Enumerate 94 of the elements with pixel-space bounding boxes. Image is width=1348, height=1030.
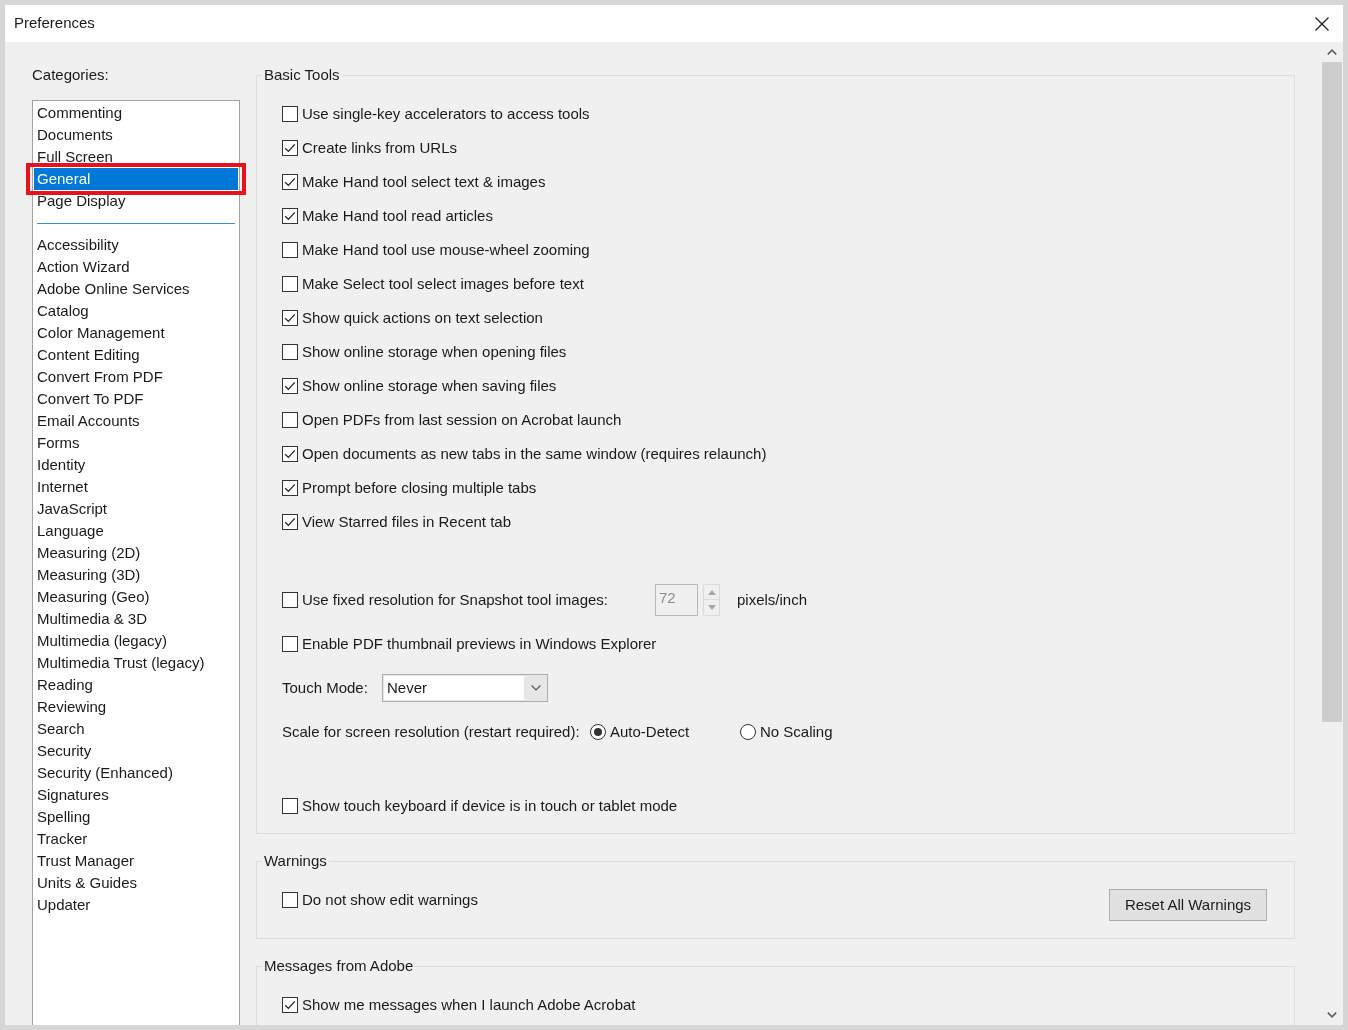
category-item[interactable]: Color Management	[34, 322, 238, 344]
category-item[interactable]: Search	[34, 718, 238, 740]
checkbox[interactable]	[282, 140, 298, 156]
checkbox-label: Enable PDF thumbnail previews in Windows Explorer	[302, 633, 657, 654]
category-item[interactable]: Measuring (Geo)	[34, 586, 238, 608]
category-item[interactable]: Accessibility	[34, 234, 238, 256]
category-item[interactable]: Reviewing	[34, 696, 238, 718]
field-label: Touch Mode:	[282, 677, 368, 698]
group-title: Warnings	[263, 852, 328, 870]
window-title: Preferences	[14, 13, 95, 34]
category-item[interactable]: Content Editing	[34, 344, 238, 366]
group-title: Messages from Adobe	[263, 957, 415, 975]
close-icon	[1315, 16, 1329, 31]
checkbox[interactable]	[282, 592, 298, 608]
category-item[interactable]: Documents	[34, 124, 238, 146]
checkbox[interactable]	[282, 344, 298, 360]
checkbox[interactable]	[282, 276, 298, 292]
category-item[interactable]: Reading	[34, 674, 238, 696]
unit-label: pixels/inch	[737, 589, 808, 610]
radio-label: No Scaling	[760, 721, 833, 742]
checkbox-label: Open documents as new tabs in the same window (requires relaunch)	[302, 443, 767, 464]
category-item[interactable]: Language	[34, 520, 238, 542]
category-item[interactable]: Security	[34, 740, 238, 762]
checkbox[interactable]	[282, 514, 298, 530]
category-item[interactable]: Measuring (2D)	[34, 542, 238, 564]
checkbox[interactable]	[282, 636, 298, 652]
touch-mode-select[interactable]: Never	[382, 674, 548, 702]
reset-warnings-button[interactable]: Reset All Warnings	[1109, 889, 1267, 921]
checkbox[interactable]	[282, 997, 298, 1013]
category-item[interactable]: Measuring (3D)	[34, 564, 238, 586]
category-item[interactable]: JavaScript	[34, 498, 238, 520]
group-title: Basic Tools	[263, 66, 341, 84]
radio-button[interactable]	[740, 724, 756, 740]
category-item[interactable]: Internet	[34, 476, 238, 498]
category-item[interactable]: Action Wizard	[34, 256, 238, 278]
chevron-up-icon	[1327, 49, 1337, 55]
checkbox[interactable]	[282, 310, 298, 326]
checkbox[interactable]	[282, 378, 298, 394]
checkbox-label: Show me messages when I launch Adobe Acrobat	[302, 994, 636, 1015]
checkbox[interactable]	[282, 242, 298, 258]
checkbox-label: Use fixed resolution for Snapshot tool images:	[302, 589, 608, 610]
checkbox[interactable]	[282, 480, 298, 496]
category-item[interactable]: Adobe Online Services	[34, 278, 238, 300]
close-button[interactable]	[1315, 16, 1329, 31]
checkbox[interactable]	[282, 174, 298, 190]
category-item[interactable]: Tracker	[34, 828, 238, 850]
checkbox[interactable]	[282, 446, 298, 462]
chevron-down-icon	[1327, 1012, 1337, 1018]
category-item[interactable]: Multimedia & 3D	[34, 608, 238, 630]
category-item[interactable]: Full Screen	[34, 146, 238, 168]
radio-label: Auto-Detect	[610, 721, 690, 742]
category-item[interactable]: Updater	[34, 894, 238, 916]
checkbox-label: Make Select tool select images before text	[302, 273, 584, 294]
caret-down-icon	[707, 605, 716, 610]
checkbox[interactable]	[282, 892, 298, 908]
category-item[interactable]: Convert To PDF	[34, 388, 238, 410]
category-item[interactable]: Catalog	[34, 300, 238, 322]
category-item[interactable]: Spelling	[34, 806, 238, 828]
categories-label: Categories:	[32, 66, 110, 84]
checkbox-label: Use single-key accelerators to access tools	[302, 103, 590, 124]
category-item[interactable]: General	[34, 168, 238, 190]
checkbox-label: Show quick actions on text selection	[302, 307, 543, 328]
chevron-down-icon	[531, 685, 541, 691]
category-item[interactable]: Security (Enhanced)	[34, 762, 238, 784]
category-item[interactable]: Convert From PDF	[34, 366, 238, 388]
category-item[interactable]: Units & Guides	[34, 872, 238, 894]
category-item[interactable]: Email Accounts	[34, 410, 238, 432]
checkbox[interactable]	[282, 208, 298, 224]
checkbox[interactable]	[282, 106, 298, 122]
category-item[interactable]: Multimedia (legacy)	[34, 630, 238, 652]
caret-up-icon	[707, 589, 716, 595]
checkbox[interactable]	[282, 798, 298, 814]
category-item[interactable]: Page Display	[34, 190, 238, 212]
checkbox-label: Create links from URLs	[302, 137, 458, 158]
category-item[interactable]: Multimedia Trust (legacy)	[34, 652, 238, 674]
category-item[interactable]: Identity	[34, 454, 238, 476]
field-label: Scale for screen resolution (restart required):	[282, 721, 580, 742]
category-item[interactable]: Signatures	[34, 784, 238, 806]
checkbox-label: Show online storage when opening files	[302, 341, 567, 362]
scrollbar-thumb[interactable]	[1322, 62, 1342, 722]
category-item[interactable]: Forms	[34, 432, 238, 454]
checkbox-label: Show online storage when saving files	[302, 375, 557, 396]
category-item[interactable]: Trust Manager	[34, 850, 238, 872]
radio-button[interactable]	[590, 724, 606, 740]
checkbox-label: Show touch keyboard if device is in touch or tablet mode	[302, 795, 678, 816]
category-item[interactable]: Commenting	[34, 102, 238, 124]
checkbox[interactable]	[282, 412, 298, 428]
checkbox-label: Prompt before closing multiple tabs	[302, 477, 537, 498]
checkbox-label: Make Hand tool read articles	[302, 205, 493, 226]
checkbox-label: Do not show edit warnings	[302, 889, 478, 910]
checkbox-label: Make Hand tool use mouse-wheel zooming	[302, 239, 590, 260]
checkbox-label: Open PDFs from last session on Acrobat launch	[302, 409, 622, 430]
checkbox-label: View Starred files in Recent tab	[302, 511, 511, 532]
checkbox-label: Make Hand tool select text & images	[302, 171, 546, 192]
